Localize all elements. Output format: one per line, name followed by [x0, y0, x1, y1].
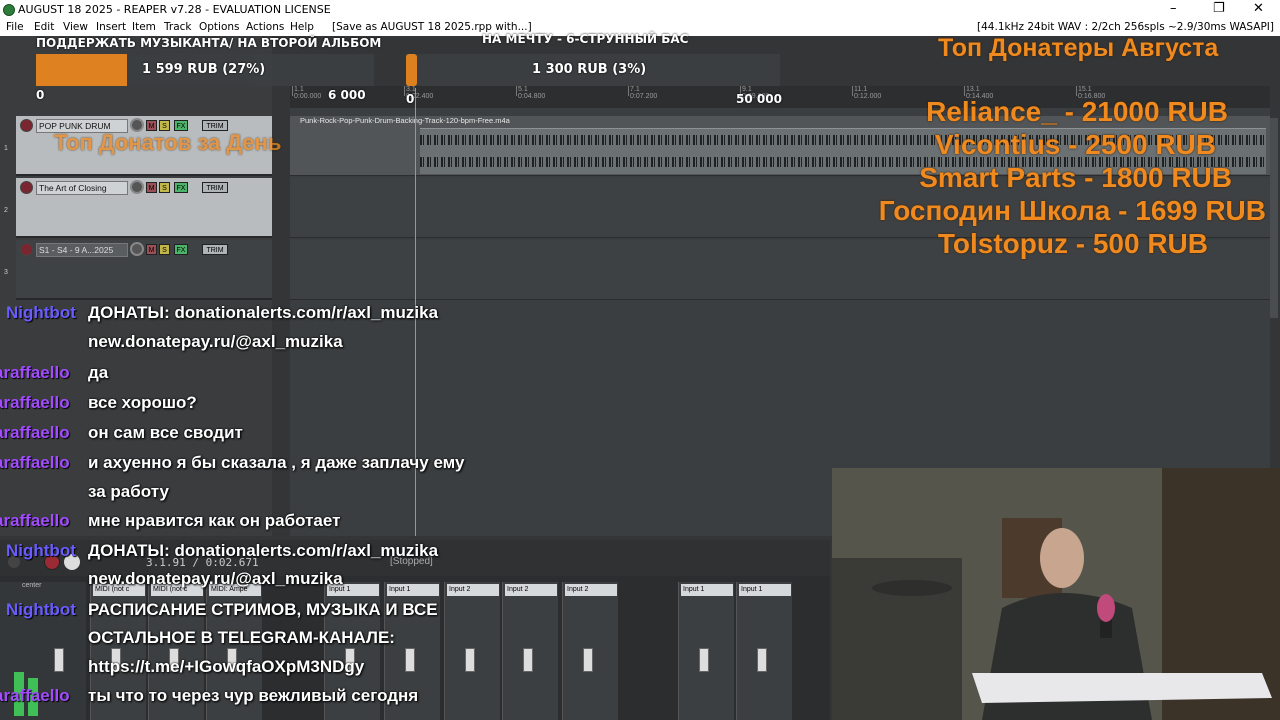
maximize-button[interactable]: ❐	[1213, 1, 1225, 16]
track-number: 2	[4, 207, 8, 214]
input-select[interactable]: Input 2	[447, 584, 499, 596]
chat-message: ты что то через чур вежливый сегодня	[88, 686, 419, 705]
window-titlebar: AUGUST 18 2025 - REAPER v7.28 - EVALUATI…	[0, 0, 1280, 20]
input-select[interactable]: Input 2	[505, 584, 557, 596]
track-number: 1	[4, 145, 8, 152]
mute-button[interactable]: M	[146, 182, 157, 193]
close-button[interactable]: ✕	[1253, 1, 1264, 16]
volume-fader[interactable]	[523, 648, 533, 672]
chat-message: ОСТАЛЬНОЕ В TELEGRAM-КАНАЛЕ:	[88, 628, 395, 647]
record-arm-icon[interactable]	[20, 119, 33, 132]
volume-fader[interactable]	[699, 648, 709, 672]
menu-help[interactable]: Help	[290, 21, 314, 33]
top-donor-4: Господин Школа - 1699 RUB	[878, 195, 1266, 226]
volume-fader[interactable]	[757, 648, 767, 672]
minimize-button[interactable]: –	[1170, 1, 1177, 16]
menu-insert[interactable]: Insert	[96, 21, 126, 33]
webcam-scene-image	[832, 468, 1280, 720]
solo-button[interactable]: S	[159, 244, 170, 255]
mixer-strip-8[interactable]: Input 2	[562, 582, 618, 720]
mixer-strip-6[interactable]: Input 2	[444, 582, 500, 720]
track-header-3[interactable]: S1 - S4 - 9 A...2025 M S FX TRIM	[16, 240, 272, 300]
fx-button[interactable]: FX	[174, 244, 188, 255]
mixer-strip-9[interactable]: Input 1	[678, 582, 734, 720]
mixer-strip-7[interactable]: Input 2	[502, 582, 558, 720]
chat-username: araffaello	[0, 363, 70, 382]
trim-button[interactable]: TRIM	[202, 244, 228, 255]
goal-target-album: 6 000	[328, 88, 366, 102]
top-donor-2: Vicontius - 2500 RUB	[934, 129, 1216, 160]
chat-message: за работу	[88, 482, 169, 501]
chat-message: да	[88, 363, 109, 382]
record-arm-icon[interactable]	[20, 181, 33, 194]
audio-device-status[interactable]: [44.1kHz 24bit WAV : 2/2ch 256spls ~2.9/…	[977, 21, 1274, 33]
goal-bar-album-fill	[36, 54, 128, 86]
chat-message: ДОНАТЫ: donationalerts.com/r/axl_muzika	[88, 541, 439, 560]
master-fader[interactable]	[54, 648, 64, 672]
window-title: AUGUST 18 2025 - REAPER v7.28 - EVALUATI…	[18, 3, 331, 16]
goal-amount-album: 1 599 RUB (27%)	[142, 62, 266, 77]
chat-username: araffaello	[0, 393, 70, 412]
master-pan-label: center	[22, 582, 42, 589]
input-select[interactable]: Input 2	[565, 584, 617, 596]
menu-options[interactable]: Options	[199, 21, 240, 33]
chat-message: и ахуенно я бы сказала , я даже заплачу …	[88, 453, 465, 472]
input-select[interactable]: Input 1	[739, 584, 791, 596]
goal-bar-bass-fill	[406, 54, 418, 86]
chat-message: все хорошо?	[88, 393, 197, 412]
mute-button[interactable]: M	[146, 244, 157, 255]
goal-amount-bass: 1 300 RUB (3%)	[532, 62, 647, 77]
volume-fader[interactable]	[583, 648, 593, 672]
chat-message: new.donatepay.ru/@axl_muzika	[88, 569, 343, 588]
top-donor-3: Smart Parts - 1800 RUB	[919, 162, 1232, 193]
reaper-logo-icon	[3, 4, 15, 16]
goal-title-album: ПОДДЕРЖАТЬ МУЗЫКАНТА/ НА ВТОРОЙ АЛЬБОМ	[36, 36, 382, 50]
chat-message: new.donatepay.ru/@axl_muzika	[88, 332, 343, 351]
mixer-strip-10[interactable]: Input 1	[736, 582, 792, 720]
top-donor-1: Reliance_ - 21000 RUB	[926, 96, 1228, 127]
menu-item[interactable]: Item	[132, 21, 156, 33]
volume-fader[interactable]	[405, 648, 415, 672]
menu-actions[interactable]: Actions	[246, 21, 284, 33]
chat-username: araffaello	[0, 423, 70, 442]
chat-username: araffaello	[0, 686, 70, 705]
goal-start-album: 0	[36, 88, 45, 102]
track-name[interactable]: S1 - S4 - 9 A...2025	[36, 243, 128, 257]
track-header-2[interactable]: The Art of Closing M S FX TRIM	[16, 178, 272, 238]
record-arm-icon[interactable]	[20, 243, 33, 256]
volume-fader[interactable]	[465, 648, 475, 672]
volume-knob-icon[interactable]	[130, 242, 144, 256]
vertical-scrollbar[interactable]	[1270, 118, 1278, 318]
top-month-heading: Топ Донатеры Августа	[938, 34, 1219, 62]
media-item-name: Punk-Rock-Pop-Punk-Drum-Backing-Track-12…	[300, 116, 510, 125]
top-donor-5: Tolstopuz - 500 RUB	[937, 228, 1208, 259]
chat-username: araffaello	[0, 511, 70, 530]
chat-message: мне нравится как он работает	[88, 511, 341, 530]
chat-message: РАСПИСАНИЕ СТРИМОВ, МУЗЫКА И ВСЕ	[88, 600, 438, 619]
chat-username: Nightbot	[6, 600, 76, 619]
menu-track[interactable]: Track	[164, 21, 191, 33]
trim-button[interactable]: TRIM	[202, 182, 228, 193]
volume-knob-icon[interactable]	[130, 180, 144, 194]
goal-target-bass: 50 000	[736, 92, 782, 106]
chat-username: Nightbot	[6, 303, 76, 322]
track-name[interactable]: The Art of Closing	[36, 181, 128, 195]
goal-title-bass: НА МЕЧТУ - 6-СТРУННЫЙ БАС	[482, 32, 689, 46]
chat-username: Nightbot	[6, 541, 76, 560]
webcam-video	[832, 468, 1280, 720]
menu-file[interactable]: File	[6, 21, 24, 33]
chat-message: ДОНАТЫ: donationalerts.com/r/axl_muzika	[88, 303, 439, 322]
menu-edit[interactable]: Edit	[34, 21, 54, 33]
fx-button[interactable]: FX	[174, 182, 188, 193]
chat-username: araffaello	[0, 453, 70, 472]
top-day-heading: Топ Донатов за День	[54, 130, 282, 155]
input-select[interactable]: Input 1	[387, 584, 439, 596]
input-select[interactable]: Input 1	[681, 584, 733, 596]
track-number: 3	[4, 269, 8, 276]
solo-button[interactable]: S	[159, 182, 170, 193]
menu-view[interactable]: View	[63, 21, 88, 33]
goal-start-bass: 0	[406, 92, 415, 106]
chat-message: он сам все сводит	[88, 423, 243, 442]
chat-message: https://t.me/+IGowqfaOXpM3NDgy	[88, 657, 365, 676]
